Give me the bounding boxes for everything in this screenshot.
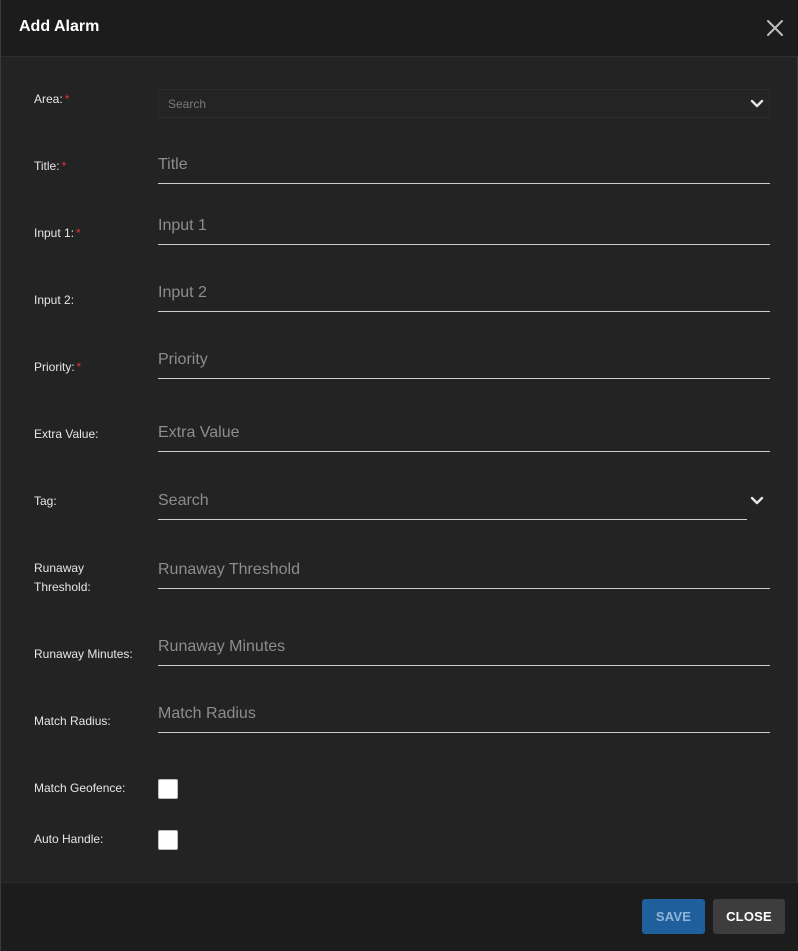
title-label: Title: * (34, 157, 66, 176)
title-field[interactable] (158, 148, 770, 184)
tag-label-text: Tag: (34, 494, 57, 508)
match-geofence-checkbox[interactable] (158, 779, 178, 799)
close-icon[interactable] (765, 18, 785, 38)
chevron-down-icon[interactable] (749, 493, 765, 509)
input1-input[interactable] (158, 209, 770, 243)
required-marker: * (61, 159, 67, 173)
runaway-threshold-label-line2: Threshold: (34, 580, 91, 594)
runaway-threshold-label-line1: Runaway (34, 561, 85, 575)
dialog-footer: SAVE CLOSE (1, 882, 798, 951)
input2-label-text: Input 2: (34, 293, 75, 307)
auto-handle-label: Auto Handle: (34, 830, 103, 849)
priority-label-text: Priority: (34, 360, 75, 374)
extra-value-label-text: Extra Value: (34, 427, 99, 441)
required-marker: * (76, 226, 81, 240)
dialog-title: Add Alarm (19, 18, 100, 35)
auto-handle-checkbox[interactable] (158, 830, 178, 850)
tag-label: Tag: (34, 492, 57, 511)
area-label: Area: * (34, 90, 69, 109)
extra-value-input[interactable] (158, 416, 770, 450)
area-label-text: Area: (34, 92, 63, 106)
required-marker: * (64, 92, 70, 106)
save-button[interactable]: SAVE (642, 899, 705, 934)
runaway-minutes-input[interactable] (158, 630, 770, 664)
area-select[interactable] (158, 89, 770, 118)
runaway-minutes-label: Runaway Minutes: (34, 645, 133, 664)
area-search-input[interactable] (168, 96, 728, 112)
input1-label-text: Input 1: (34, 226, 75, 240)
title-input[interactable] (158, 148, 770, 182)
chevron-down-icon[interactable] (749, 96, 765, 112)
runaway-threshold-label: Runaway Threshold: (34, 559, 91, 597)
match-radius-label-text: Match Radius: (34, 714, 111, 728)
runaway-minutes-field[interactable] (158, 630, 770, 666)
required-marker: * (76, 360, 82, 374)
input2-field[interactable] (158, 276, 770, 312)
auto-handle-label-text: Auto Handle: (34, 832, 104, 846)
priority-label: Priority: * (34, 358, 81, 377)
runaway-threshold-field[interactable] (158, 553, 770, 589)
runaway-minutes-label-text: Runaway Minutes: (34, 647, 133, 661)
input2-input[interactable] (158, 276, 770, 310)
match-geofence-label: Match Geofence: (34, 779, 125, 798)
close-button[interactable]: CLOSE (713, 899, 785, 934)
priority-input[interactable] (158, 343, 770, 377)
match-geofence-label-text: Match Geofence: (34, 781, 126, 795)
input1-label: Input 1: * (34, 224, 81, 243)
add-alarm-dialog: Add Alarm Area:* Title:* Input 1:* Input… (0, 0, 798, 951)
match-radius-label: Match Radius: (34, 712, 111, 731)
input1-field[interactable] (158, 209, 770, 245)
dialog-header: Add Alarm (1, 0, 798, 57)
input2-label: Input 2: (34, 291, 74, 310)
tag-search-input[interactable] (158, 484, 747, 518)
title-label-text: Title: (34, 159, 60, 173)
runaway-threshold-input[interactable] (158, 553, 770, 587)
tag-select[interactable] (158, 484, 747, 520)
match-radius-field[interactable] (158, 697, 770, 733)
extra-value-field[interactable] (158, 416, 770, 452)
extra-value-label: Extra Value: (34, 425, 98, 444)
priority-field[interactable] (158, 343, 770, 379)
match-radius-input[interactable] (158, 697, 770, 731)
